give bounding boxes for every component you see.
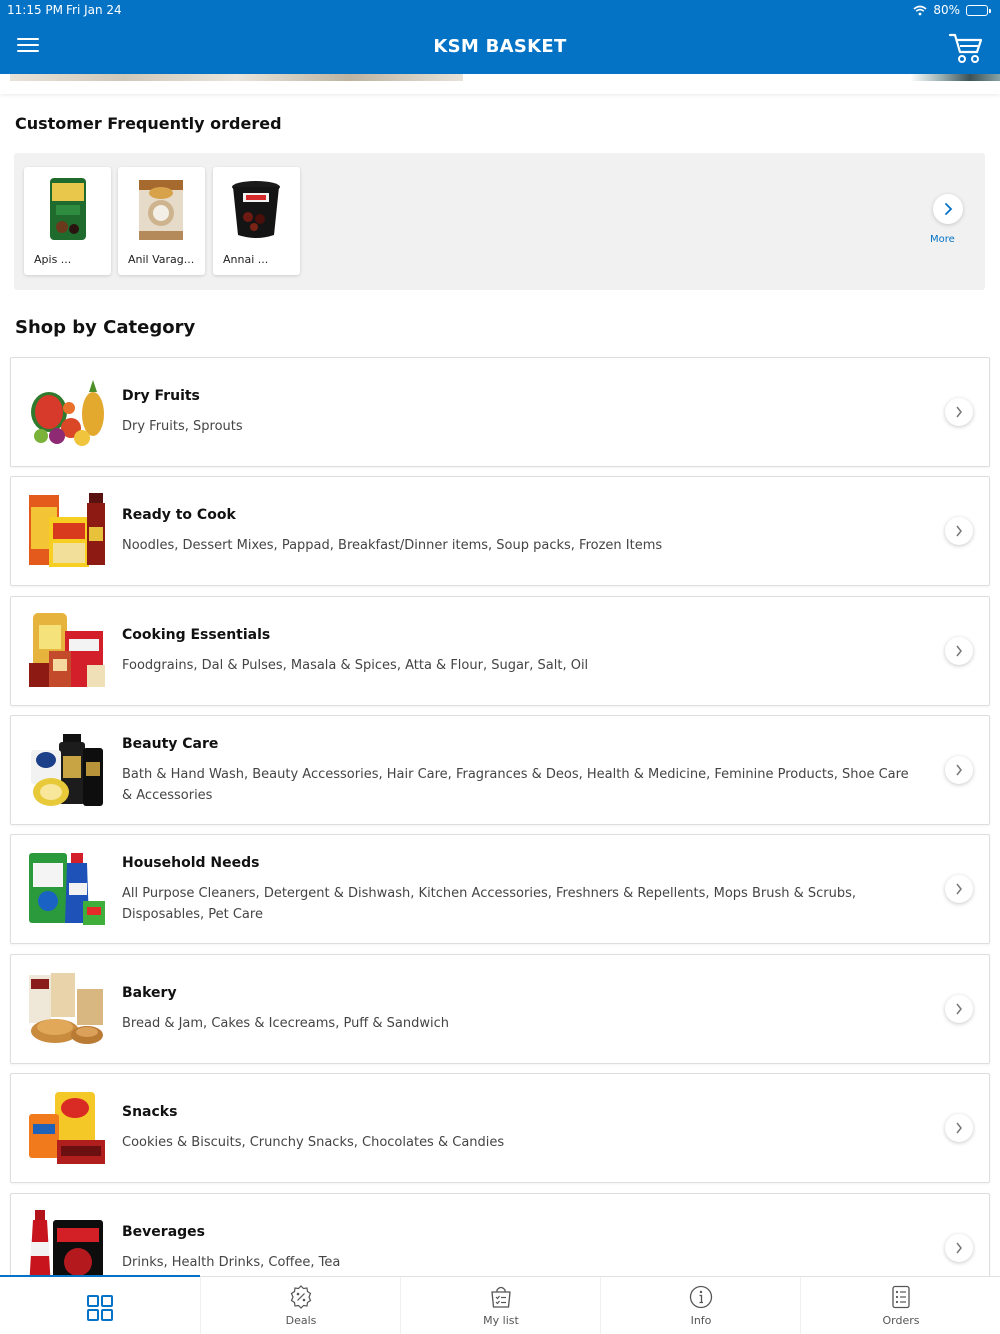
product-card[interactable]: Apis ... xyxy=(24,167,111,275)
chevron-right-icon[interactable] xyxy=(945,517,973,545)
chevron-right-icon[interactable] xyxy=(945,1234,973,1262)
category-name: Dry Fruits xyxy=(122,388,200,404)
category-card-ready-to-cook[interactable]: Ready to Cook Noodles, Dessert Mixes, Pa… xyxy=(10,476,990,586)
category-image xyxy=(29,973,103,1044)
app-screen: 11:15 PM Fri Jan 24 80% KSM BASKET Custo… xyxy=(0,0,1000,1334)
product-image xyxy=(139,180,183,240)
chevron-right-icon xyxy=(945,203,953,215)
more-button[interactable] xyxy=(933,194,963,224)
category-image xyxy=(29,493,105,567)
tab-orders[interactable]: Orders xyxy=(800,1277,1000,1334)
category-name: Bakery xyxy=(122,985,177,1001)
category-description: Cookies & Biscuits, Crunchy Snacks, Choc… xyxy=(122,1135,505,1150)
product-name: Apis ... xyxy=(34,253,72,266)
chevron-right-icon[interactable] xyxy=(945,637,973,665)
category-image xyxy=(31,380,104,446)
bottom-tab-bar: Deals My list Info Orders xyxy=(0,1275,1000,1334)
battery-percent: 80% xyxy=(933,3,960,17)
product-image xyxy=(50,178,86,240)
more-link[interactable]: More xyxy=(930,234,955,245)
category-description: Drinks, Health Drinks, Coffee, Tea xyxy=(122,1255,341,1270)
tab-label: Deals xyxy=(285,1314,317,1327)
grid-icon xyxy=(87,1295,113,1321)
app-header: 11:15 PM Fri Jan 24 80% KSM BASKET xyxy=(0,0,1000,74)
category-name: Beverages xyxy=(122,1224,205,1240)
tab-my-list[interactable]: My list xyxy=(400,1277,600,1334)
orders-icon xyxy=(892,1285,910,1309)
wifi-icon xyxy=(913,5,927,15)
chevron-right-icon[interactable] xyxy=(945,1114,973,1142)
tab-label: Info xyxy=(690,1314,712,1327)
shopping-list-icon xyxy=(491,1286,511,1308)
battery-icon xyxy=(966,4,991,16)
category-name: Cooking Essentials xyxy=(122,627,271,643)
chevron-right-icon[interactable] xyxy=(945,398,973,426)
category-card-beauty-care[interactable]: Beauty Care Bath & Hand Wash, Beauty Acc… xyxy=(10,715,990,825)
category-name: Household Needs xyxy=(122,855,260,871)
cart-icon[interactable] xyxy=(948,30,984,66)
category-image xyxy=(29,1092,105,1164)
discount-icon xyxy=(290,1285,312,1309)
category-image xyxy=(29,853,105,925)
chevron-right-icon[interactable] xyxy=(945,875,973,903)
chevron-right-icon[interactable] xyxy=(945,995,973,1023)
frequently-ordered-carousel: Apis ... Anil Varag... Annai ... More xyxy=(14,153,985,290)
status-indicators: 80% xyxy=(913,3,991,17)
product-image xyxy=(232,181,280,238)
info-icon xyxy=(689,1285,713,1309)
category-description: Bath & Hand Wash, Beauty Accessories, Ha… xyxy=(122,767,909,803)
category-description: Noodles, Dessert Mixes, Pappad, Breakfas… xyxy=(122,538,663,553)
category-name: Snacks xyxy=(122,1104,178,1120)
app-title: KSM BASKET xyxy=(433,36,567,57)
product-name: Anil Varag... xyxy=(128,253,195,266)
chevron-right-icon[interactable] xyxy=(945,756,973,784)
category-description: Dry Fruits, Sprouts xyxy=(122,419,243,434)
category-name: Beauty Care xyxy=(122,736,219,752)
product-card[interactable]: Annai ... xyxy=(213,167,300,275)
status-date: Fri Jan 24 xyxy=(66,3,122,17)
category-name: Ready to Cook xyxy=(122,507,236,523)
tab-label: My list xyxy=(483,1314,519,1327)
category-description: All Purpose Cleaners, Detergent & Dishwa… xyxy=(122,886,857,922)
category-card-dry-fruits[interactable]: Dry Fruits Dry Fruits, Sprouts xyxy=(10,357,990,467)
category-image xyxy=(29,613,105,687)
category-card-snacks[interactable]: Snacks Cookies & Biscuits, Crunchy Snack… xyxy=(10,1073,990,1183)
category-description: Bread & Jam, Cakes & Icecreams, Puff & S… xyxy=(122,1016,450,1031)
product-card[interactable]: Anil Varag... xyxy=(118,167,205,275)
tab-label: Orders xyxy=(882,1314,920,1327)
category-description: Foodgrains, Dal & Pulses, Masala & Spice… xyxy=(122,658,589,673)
promo-banner-strip[interactable] xyxy=(0,74,1000,94)
category-card-cooking-essentials[interactable]: Cooking Essentials Foodgrains, Dal & Pul… xyxy=(10,596,990,706)
category-card-bakery[interactable]: Bakery Bread & Jam, Cakes & Icecreams, P… xyxy=(10,954,990,1064)
banner-image xyxy=(10,74,463,81)
banner-image xyxy=(910,74,1000,81)
tab-home[interactable] xyxy=(0,1277,200,1334)
frequently-ordered-title: Customer Frequently ordered xyxy=(15,114,282,133)
status-bar: 11:15 PM Fri Jan 24 80% xyxy=(0,0,1000,20)
category-card-household-needs[interactable]: Household Needs All Purpose Cleaners, De… xyxy=(10,834,990,944)
shop-by-category-title: Shop by Category xyxy=(15,317,196,338)
tab-deals[interactable]: Deals xyxy=(200,1277,400,1334)
tab-info[interactable]: Info xyxy=(600,1277,800,1334)
status-time: 11:15 PM xyxy=(7,3,63,17)
product-name: Annai ... xyxy=(223,253,269,266)
category-image xyxy=(31,734,103,806)
